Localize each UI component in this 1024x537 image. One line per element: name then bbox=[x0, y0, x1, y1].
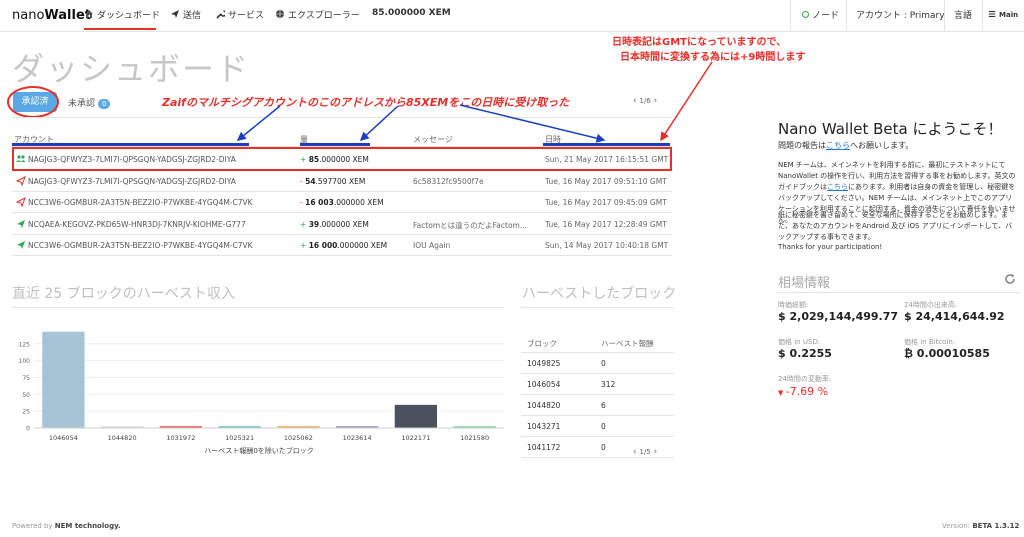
footer-powered-bold: NEM technology. bbox=[54, 522, 121, 530]
block-height: 1049825 bbox=[527, 359, 561, 368]
prev-page-icon[interactable]: ‹ bbox=[633, 447, 637, 457]
welcome-paragraph-2: 紙に秘密鍵を書き留めて、安全な場所に保存することをお勧めします。また、あなたのア… bbox=[778, 211, 1013, 241]
arrow-gmt bbox=[660, 61, 713, 142]
welcome-sub-pre: 問題の報告は bbox=[778, 141, 826, 150]
bar[interactable] bbox=[394, 404, 438, 428]
harvest-chart-title: 直近 25 ブロックのハーベスト収入 bbox=[12, 286, 235, 302]
arrow-to-date bbox=[459, 104, 606, 143]
volume-label: 24時間の出来高: bbox=[904, 301, 958, 309]
footer-version: Version: BETA 1.3.12 bbox=[942, 522, 1019, 530]
x-tick-label: 1046054 bbox=[49, 434, 78, 442]
arrow-to-amount bbox=[359, 105, 399, 142]
x-tick-label: 1044820 bbox=[108, 434, 137, 442]
price-btc-value: ₿ 0.00010585 bbox=[904, 347, 990, 360]
y-tick-label: 75 bbox=[22, 375, 30, 382]
block-fee: 0 bbox=[601, 443, 606, 452]
market-cap-value: $ 2,029,144,499.77 bbox=[778, 310, 899, 323]
harvest-bar-chart: 0 25 50 75 100 125 1046054 1044820 1031972 102532… bbox=[19, 331, 504, 455]
change-value-text: -7.69 % bbox=[785, 385, 829, 398]
x-tick-label: 1021580 bbox=[460, 434, 489, 442]
col-block: ブロック bbox=[527, 339, 557, 348]
block-row: 1049825 0 bbox=[521, 353, 674, 374]
footer-powered: Powered by NEM technology. bbox=[12, 522, 121, 530]
chart-divider bbox=[12, 307, 504, 308]
blocks-pager: ‹ 1/5 › bbox=[633, 447, 657, 457]
market-cap-label: 時価総額: bbox=[778, 301, 809, 309]
x-axis-label: ハーベスト報酬0を除いたブロック bbox=[204, 446, 314, 455]
block-height: 1046054 bbox=[527, 380, 561, 389]
footer-version-bold: BETA 1.3.12 bbox=[972, 522, 1020, 530]
welcome-paragraph-3: Thanks for your participation! bbox=[778, 243, 883, 251]
change-label: 24時間の変動率: bbox=[778, 375, 832, 383]
price-usd-label: 価格 in USD: bbox=[778, 338, 821, 346]
block-height: 1043271 bbox=[527, 422, 561, 431]
market-title: 相場情報 bbox=[778, 276, 831, 291]
bar[interactable] bbox=[42, 331, 85, 428]
block-row: 1043271 0 bbox=[521, 416, 674, 437]
down-arrow-icon: ▼ bbox=[778, 389, 786, 397]
price-usd-value: $ 0.2255 bbox=[778, 347, 832, 360]
x-tick-label: 1031972 bbox=[166, 434, 195, 442]
y-tick-label: 125 bbox=[19, 341, 31, 348]
harvested-blocks-table: ブロック ハーベスト報酬 1049825 0 1046054 312 1044820 6 1… bbox=[521, 332, 674, 458]
next-page-icon[interactable]: › bbox=[654, 447, 658, 457]
x-tick-label: 1023614 bbox=[343, 434, 372, 442]
welcome-subtitle: 問題の報告はこちらへお願いします。 bbox=[778, 140, 913, 151]
block-fee: 0 bbox=[601, 359, 606, 368]
blocks-divider bbox=[521, 307, 674, 308]
blocks-pager-label: 1/5 bbox=[639, 448, 651, 456]
harvested-blocks-title: ハーベストしたブロック bbox=[522, 286, 677, 302]
guide-link[interactable]: こちら bbox=[827, 183, 848, 191]
welcome-title-en: Nano Wallet Beta bbox=[778, 120, 908, 138]
block-row: 1044820 6 bbox=[521, 395, 674, 416]
y-tick-label: 25 bbox=[22, 409, 30, 416]
x-tick-label: 1025321 bbox=[225, 434, 254, 442]
y-tick-label: 100 bbox=[19, 358, 31, 365]
col-fee: ハーベスト報酬 bbox=[601, 339, 654, 348]
block-fee: 312 bbox=[601, 380, 616, 389]
welcome-sub-post: へお願いします。 bbox=[850, 141, 914, 150]
block-fee: 6 bbox=[601, 401, 606, 410]
x-tick-label: 1022171 bbox=[401, 434, 430, 442]
y-tick-label: 0 bbox=[26, 426, 30, 433]
footer-version-pre: Version: bbox=[942, 522, 973, 530]
block-row: 1046054 312 bbox=[521, 374, 674, 395]
change-value: ▼ -7.69 % bbox=[778, 385, 828, 398]
volume-value: $ 24,414,644.92 bbox=[904, 310, 1005, 323]
market-divider bbox=[776, 292, 1020, 293]
block-height: 1041172 bbox=[527, 443, 561, 452]
blocks-header-row: ブロック ハーベスト報酬 bbox=[521, 332, 674, 353]
report-issue-link[interactable]: こちら bbox=[826, 141, 850, 150]
arrow-to-account bbox=[236, 105, 281, 141]
price-btc-label: 価格 in Bitcoin: bbox=[904, 338, 956, 346]
block-height: 1044820 bbox=[527, 401, 561, 410]
welcome-title-jp: にようこそ！ bbox=[907, 120, 1003, 138]
y-tick-label: 50 bbox=[22, 392, 30, 399]
welcome-title: Nano Wallet Beta にようこそ！ bbox=[778, 118, 1003, 139]
x-tick-label: 1025062 bbox=[284, 434, 313, 442]
refresh-icon[interactable] bbox=[1004, 273, 1016, 285]
footer-powered-pre: Powered by bbox=[12, 522, 55, 530]
block-fee: 0 bbox=[601, 422, 606, 431]
